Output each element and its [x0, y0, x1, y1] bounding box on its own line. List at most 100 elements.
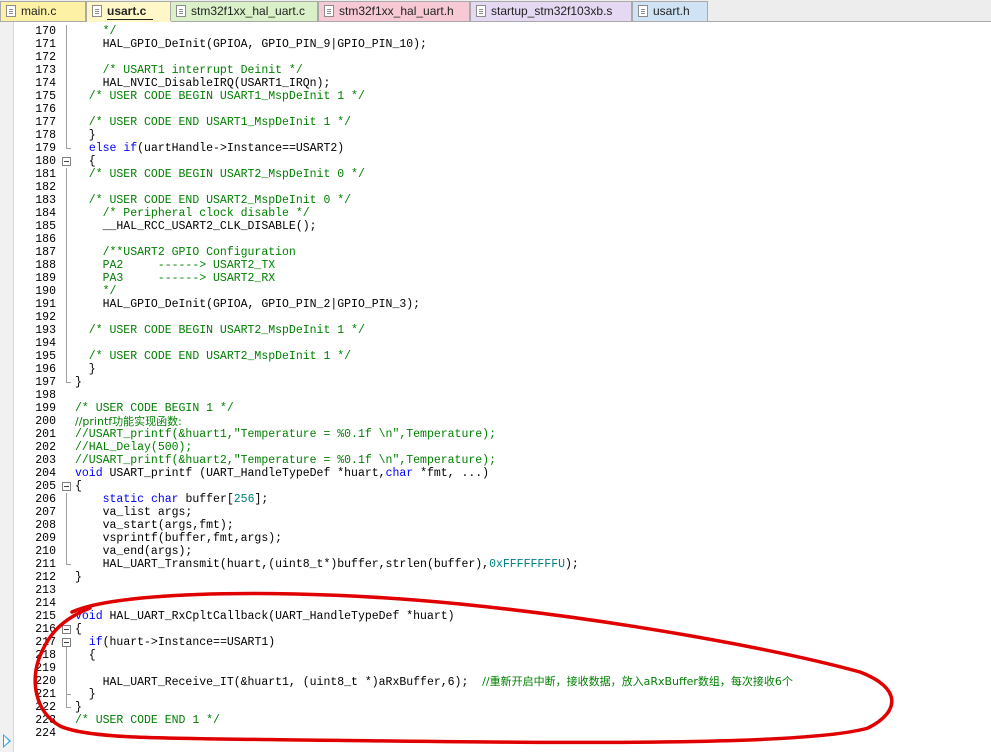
code-line: { — [75, 155, 96, 168]
line-number: 202 — [35, 441, 56, 454]
code-token: } — [75, 363, 96, 376]
file-icon — [176, 5, 186, 17]
line-number: 191 — [35, 298, 56, 311]
code-line: //printf功能实现函数: — [75, 415, 182, 429]
code-line: /**USART2 GPIO Configuration — [75, 246, 296, 259]
line-number: 198 — [35, 389, 56, 402]
code-token: PA2 ------> USART2_TX — [75, 259, 276, 272]
code-token: HAL_UART_Receive_IT(&huart1, (uint8_t *)… — [75, 676, 483, 689]
code-line: /* USER CODE BEGIN 1 */ — [75, 402, 234, 415]
fold-collapse-icon[interactable] — [62, 157, 71, 166]
code-token: vsprintf(buffer,fmt,args); — [75, 532, 283, 545]
code-line: } — [75, 376, 82, 389]
line-number: 218 — [35, 649, 56, 662]
code-token: /* USER CODE BEGIN USART2_MspDeInit 0 */ — [75, 168, 365, 181]
code-line: } — [75, 701, 82, 714]
code-line: } — [75, 363, 96, 376]
line-number: 221 — [35, 688, 56, 701]
code-token: } — [75, 701, 82, 714]
file-icon — [476, 5, 486, 17]
code-line: { — [75, 649, 96, 662]
line-number: 174 — [35, 77, 56, 90]
line-number: 185 — [35, 220, 56, 233]
code-token: PA3 ------> USART2_RX — [75, 272, 276, 285]
line-number: 222 — [35, 701, 56, 714]
tab-stm32f1xx-hal-uart-h[interactable]: stm32f1xx_hal_uart.h — [318, 1, 470, 21]
code-line: /* USER CODE END USART1_MspDeInit 1 */ — [75, 116, 351, 129]
code-line: va_start(args,fmt); — [75, 519, 234, 532]
code-token: char — [150, 493, 179, 506]
code-line: if(huart->Instance==USART1) — [75, 636, 275, 649]
fold-collapse-icon[interactable] — [62, 638, 71, 647]
fold-guide-line — [66, 168, 67, 382]
line-number: 200 — [35, 415, 56, 428]
code-line: va_list args; — [75, 506, 193, 519]
code-line: void HAL_UART_RxCpltCallback(UART_Handle… — [75, 610, 455, 623]
line-number: 184 — [35, 207, 56, 220]
code-line: else if(uartHandle->Instance==USART2) — [75, 142, 344, 155]
code-line: } — [75, 129, 96, 142]
code-token: USART_printf (UART_HandleTypeDef *huart, — [102, 467, 386, 480]
line-number: 193 — [35, 324, 56, 337]
file-icon — [6, 5, 16, 17]
tab-stm32f1xx-hal-uart-c[interactable]: stm32f1xx_hal_uart.c — [170, 1, 318, 21]
code-token: { — [75, 649, 96, 662]
line-number: 204 — [35, 467, 56, 480]
line-number: 224 — [35, 727, 56, 740]
code-token: /**USART2 GPIO Configuration — [75, 246, 296, 259]
fold-end-tick — [66, 148, 71, 149]
line-number: 213 — [35, 584, 56, 597]
code-token: /* USART1 interrupt Deinit */ — [75, 64, 303, 77]
code-token: //USART_printf(&huart2,"Temperature = %0… — [75, 454, 496, 467]
code-token: buffer[ — [178, 493, 234, 506]
code-token: 256 — [233, 493, 255, 506]
code-line: PA2 ------> USART2_TX — [75, 259, 276, 272]
line-number: 216 — [35, 623, 56, 636]
line-number: 195 — [35, 350, 56, 363]
fold-guide-line — [66, 649, 67, 694]
line-number: 180 — [35, 155, 56, 168]
line-number: 182 — [35, 181, 56, 194]
code-line: //HAL_Delay(500); — [75, 441, 192, 454]
tab-usart-h[interactable]: usart.h — [632, 1, 708, 21]
code-line: static char buffer[256]; — [75, 493, 269, 506]
code-token: 0xFFFFFFFFU — [489, 558, 565, 571]
code-token: HAL_GPIO_DeInit(GPIOA, GPIO_PIN_9|GPIO_P… — [75, 38, 427, 51]
fold-column — [58, 22, 73, 752]
line-number: 179 — [35, 142, 56, 155]
code-editor[interactable]: */ HAL_GPIO_DeInit(GPIOA, GPIO_PIN_9|GPI… — [75, 22, 991, 752]
current-line-arrow-icon — [3, 734, 11, 748]
line-number: 203 — [35, 454, 56, 467]
fold-end-tick — [66, 382, 71, 383]
code-token: HAL_NVIC_DisableIRQ(USART1_IRQn); — [75, 77, 331, 90]
line-number: 219 — [35, 662, 56, 675]
tab-startup-stm32f103xb-s[interactable]: startup_stm32f103xb.s — [470, 1, 632, 21]
code-line: */ — [75, 285, 117, 298]
fold-collapse-icon[interactable] — [62, 482, 71, 491]
fold-end-tick — [66, 564, 71, 565]
tab-usart-c[interactable]: usart.c — [86, 1, 172, 22]
tab-label: stm32f1xx_hal_uart.c — [191, 4, 306, 18]
code-line: /* USER CODE END USART2_MspDeInit 1 */ — [75, 350, 351, 363]
breakpoint-gutter[interactable] — [0, 22, 14, 752]
code-line: HAL_UART_Receive_IT(&huart1, (uint8_t *)… — [75, 675, 793, 689]
line-number: 212 — [35, 571, 56, 584]
line-number-column: 170 171 172 173 174 175 176 177 178 179 180 181 182 1… — [14, 22, 58, 752]
line-number: 192 — [35, 311, 56, 324]
line-number: 208 — [35, 519, 56, 532]
code-token: ]; — [254, 493, 269, 506]
line-number: 177 — [35, 116, 56, 129]
line-number: 171 — [35, 38, 56, 51]
code-line: vsprintf(buffer,fmt,args); — [75, 532, 282, 545]
code-line: HAL_GPIO_DeInit(GPIOA, GPIO_PIN_2|GPIO_P… — [75, 298, 420, 311]
code-line: /* USART1 interrupt Deinit */ — [75, 64, 303, 77]
line-number: 207 — [35, 506, 56, 519]
line-number: 205 — [35, 480, 56, 493]
fold-collapse-icon[interactable] — [62, 625, 71, 634]
code-token: */ — [75, 285, 117, 298]
code-token: HAL_GPIO_DeInit(GPIOA, GPIO_PIN_2|GPIO_P… — [75, 298, 421, 311]
tab-main-c[interactable]: main.c — [0, 1, 86, 21]
